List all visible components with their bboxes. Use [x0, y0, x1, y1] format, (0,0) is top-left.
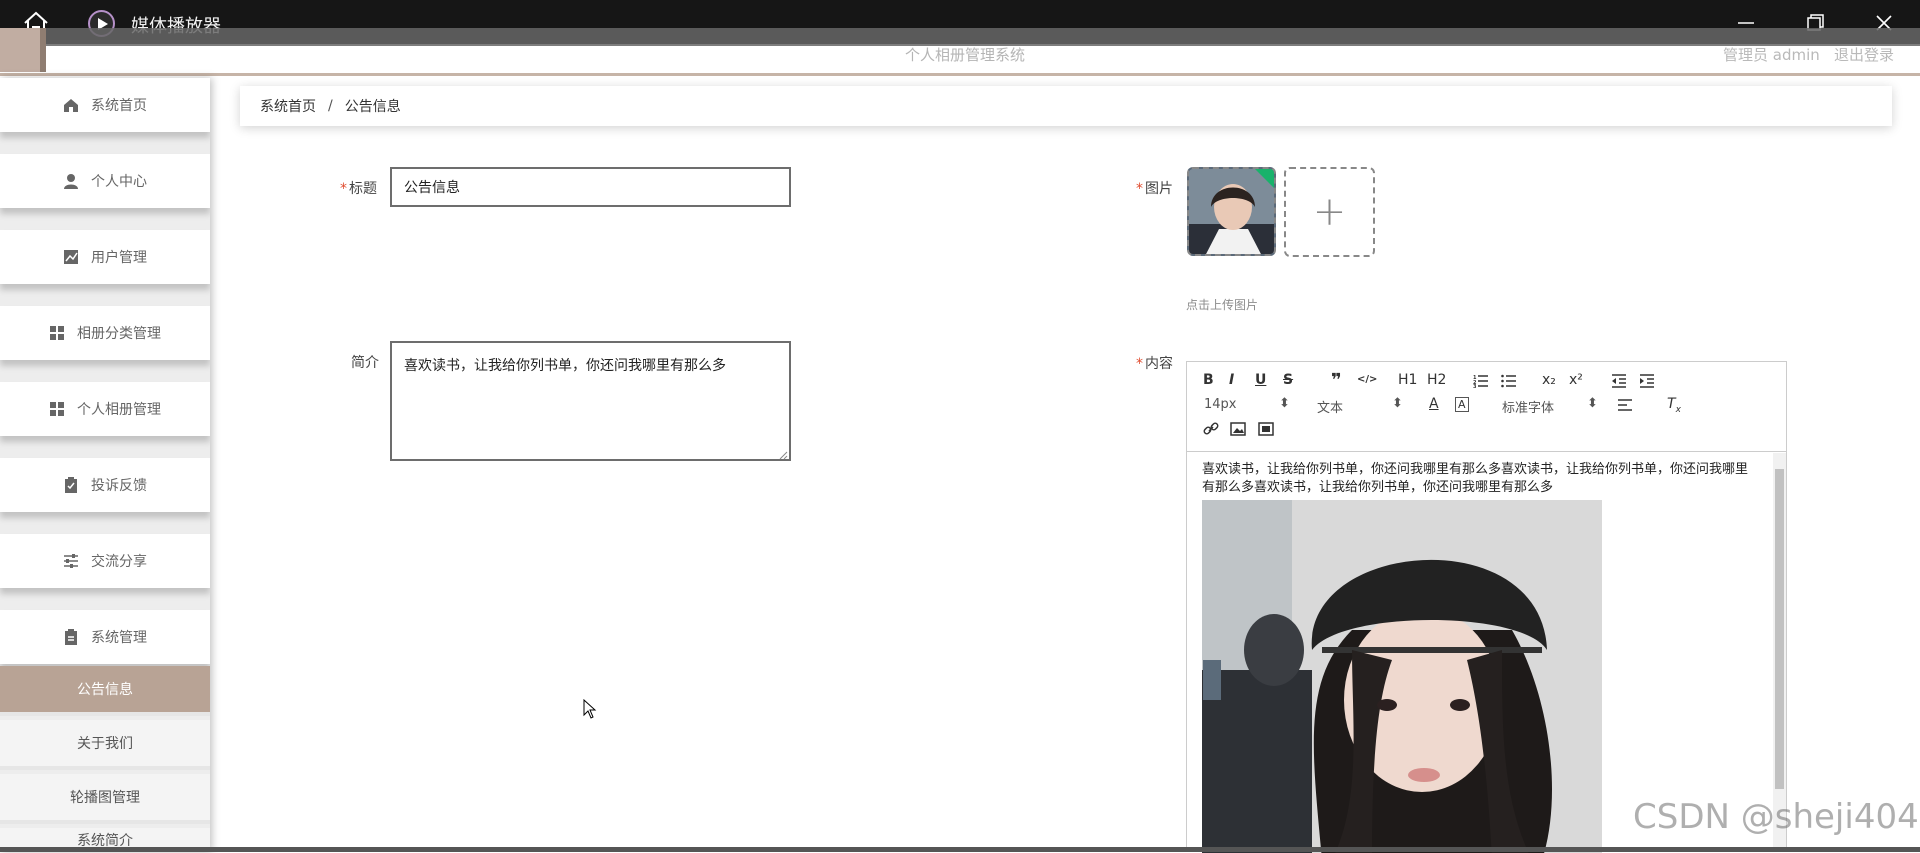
code-block-button[interactable]: </> — [1357, 374, 1377, 385]
subscript-button[interactable]: x₂ — [1542, 372, 1556, 388]
plus-icon: + — [1312, 189, 1347, 235]
clipboard-icon — [63, 629, 79, 645]
user-icon — [63, 173, 79, 189]
chevron-updown-icon: ⬍ — [1587, 396, 1598, 411]
blockquote-button[interactable]: ❞ — [1331, 370, 1342, 391]
current-user: 管理员 admin — [1723, 46, 1820, 64]
clipboard-check-icon — [63, 477, 79, 493]
sidebar-item-personal-album[interactable]: 个人相册管理 — [0, 382, 210, 436]
home-icon — [63, 97, 79, 113]
superscript-button[interactable]: x² — [1569, 372, 1583, 388]
required-mark: * — [1136, 356, 1143, 372]
sidebar-item-label: 个人中心 — [91, 174, 147, 190]
sliders-icon — [63, 553, 79, 569]
sidebar-item-label: 个人相册管理 — [77, 402, 161, 418]
sidebar-subitem-announcements[interactable]: 公告信息 — [0, 666, 210, 716]
breadcrumb-home[interactable]: 系统首页 — [260, 96, 316, 116]
font-size-select[interactable]: 14px — [1204, 397, 1237, 412]
upload-hint: 点击上传图片 — [1186, 298, 1259, 312]
italic-button[interactable]: I — [1229, 372, 1234, 388]
editor-scrollbar[interactable] — [1773, 453, 1786, 852]
ordered-list-icon[interactable]: 123 — [1473, 374, 1489, 392]
font-family-select[interactable]: 标准字体 — [1502, 397, 1554, 416]
grid-icon — [49, 325, 65, 341]
video-insert-icon[interactable] — [1258, 422, 1274, 440]
sidebar-item-label: 交流分享 — [91, 554, 147, 570]
system-title: 个人相册管理系统 — [905, 46, 1026, 64]
sidebar-item-exchange-share[interactable]: 交流分享 — [0, 534, 210, 588]
resize-handle-icon[interactable] — [778, 448, 788, 460]
font-color-icon[interactable]: A — [1429, 396, 1439, 412]
scrollbar-thumb[interactable] — [1775, 469, 1784, 789]
intro-text: 喜欢读书，让我给你列书单，你还问我哪里有那么多 — [404, 358, 726, 374]
sidebar-item-complaint-feedback[interactable]: 投诉反馈 — [0, 458, 210, 512]
underline-button[interactable]: U — [1255, 372, 1266, 388]
uploaded-image-thumbnail[interactable] — [1187, 167, 1276, 256]
sidebar-item-album-category[interactable]: 相册分类管理 — [0, 306, 210, 360]
sidebar-item-personal-center[interactable]: 个人中心 — [0, 154, 210, 208]
strike-button[interactable]: S — [1283, 372, 1293, 388]
rich-text-editor[interactable]: B I U S ❞ </> H1 H2 123 x₂ x² 14px ⬍ 文本 … — [1186, 361, 1787, 853]
content-label: * 内容 — [1136, 356, 1173, 372]
sidebar-item-user-management[interactable]: 用户管理 — [0, 230, 210, 284]
block-type-select[interactable]: 文本 — [1317, 397, 1343, 416]
mouse-cursor-icon — [583, 698, 597, 723]
h2-button[interactable]: H2 — [1427, 372, 1446, 388]
image-label: * 图片 — [1136, 181, 1173, 197]
chart-icon — [63, 249, 79, 265]
chevron-updown-icon: ⬍ — [1279, 396, 1290, 411]
bottom-border — [0, 847, 1920, 852]
sidebar-item-label: 投诉反馈 — [91, 478, 147, 494]
link-icon[interactable] — [1203, 422, 1219, 440]
breadcrumb: 系统首页 / 公告信息 — [240, 86, 1892, 126]
breadcrumb-separator: / — [328, 98, 333, 114]
sidebar-item-label: 相册分类管理 — [77, 326, 161, 342]
editor-toolbar: B I U S ❞ </> H1 H2 123 x₂ x² 14px ⬍ 文本 … — [1187, 362, 1786, 452]
sidebar-item-label: 系统管理 — [91, 630, 147, 646]
sidebar-subitem-about-us[interactable]: 关于我们 — [0, 720, 210, 770]
clear-format-icon[interactable]: Tx — [1667, 396, 1681, 415]
editor-text: 喜欢读书，让我给你列书单，你还问我哪里有那么多喜欢读书，让我给你列书单，你还问我… — [1202, 462, 1749, 495]
app-header: 个人相册管理系统 管理员 admin 退出登录 — [0, 28, 1920, 76]
sidebar-item-system-management[interactable]: 系统管理 — [0, 610, 210, 664]
intro-label: 简介 — [351, 355, 379, 371]
required-mark: * — [340, 181, 347, 197]
header-logo-accent — [40, 28, 46, 72]
bold-button[interactable]: B — [1203, 372, 1214, 388]
svg-text:3: 3 — [1473, 384, 1477, 388]
sidebar-item-home[interactable]: 系统首页 — [0, 78, 210, 132]
editor-embedded-image[interactable] — [1202, 500, 1602, 853]
header-logo-block — [0, 28, 40, 72]
sidebar-item-label: 用户管理 — [91, 250, 147, 266]
grid-icon — [49, 401, 65, 417]
title-input[interactable]: 公告信息 — [390, 167, 791, 207]
breadcrumb-current: 公告信息 — [344, 99, 401, 115]
sidebar: 系统首页 个人中心 用户管理 相册分类管理 个人相册管理 投诉反馈 交流分享 系… — [0, 78, 210, 852]
watermark: CSDN @sheji404 — [1633, 797, 1919, 837]
title-label: * 标题 — [340, 181, 377, 197]
intro-textarea[interactable]: 喜欢读书，让我给你列书单，你还问我哪里有那么多 — [390, 341, 791, 461]
outdent-icon[interactable] — [1611, 374, 1627, 392]
sidebar-subitem-carousel[interactable]: 轮播图管理 — [0, 774, 210, 824]
editor-content[interactable]: 喜欢读书，让我给你列书单，你还问我哪里有那么多喜欢读书，让我给你列书单，你还问我… — [1187, 453, 1772, 853]
chevron-updown-icon: ⬍ — [1392, 396, 1403, 411]
sidebar-item-label: 系统首页 — [91, 98, 147, 114]
background-color-icon[interactable]: A — [1455, 397, 1469, 412]
bullet-list-icon[interactable] — [1501, 374, 1517, 392]
h1-button[interactable]: H1 — [1398, 372, 1417, 388]
image-upload-button[interactable]: + — [1284, 167, 1375, 257]
logout-link[interactable]: 退出登录 — [1834, 44, 1894, 65]
indent-icon[interactable] — [1639, 374, 1655, 392]
required-mark: * — [1136, 181, 1143, 197]
image-insert-icon[interactable] — [1230, 422, 1246, 440]
align-left-icon[interactable] — [1617, 399, 1633, 415]
